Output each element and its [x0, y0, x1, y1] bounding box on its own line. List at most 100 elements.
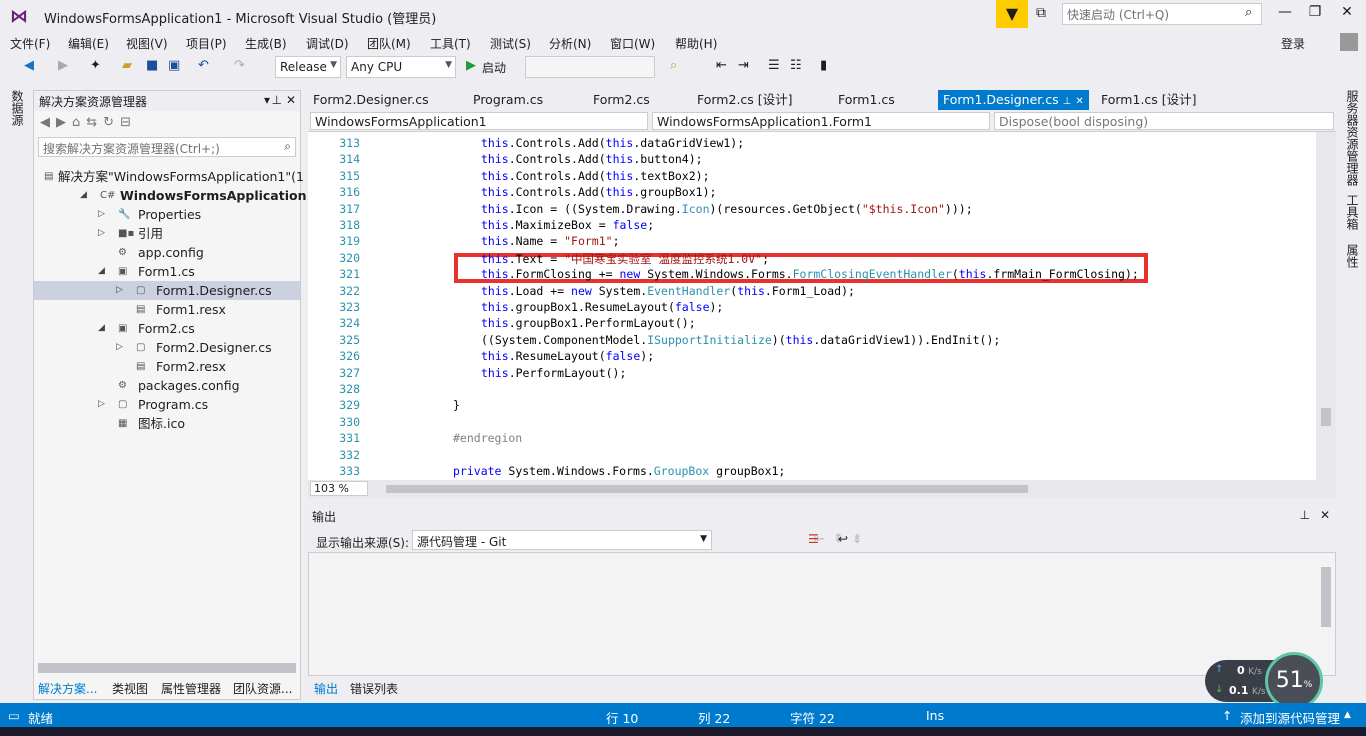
member-select[interactable]: Dispose(bool disposing) — [994, 112, 1334, 130]
new-project-icon[interactable]: ✦ — [90, 58, 101, 73]
output-source-select[interactable]: 源代码管理 - Git ▼ — [412, 530, 712, 550]
refresh-icon[interactable]: ↻ — [103, 115, 120, 130]
class-select[interactable]: WindowsFormsApplication1.Form1 — [652, 112, 990, 130]
start-button[interactable]: 启动 — [482, 59, 506, 76]
menu-item[interactable]: 文件(F) — [10, 35, 50, 52]
scroll-thumb[interactable] — [1321, 408, 1331, 426]
tab-output[interactable]: 输出 — [314, 680, 338, 697]
user-avatar-icon[interactable] — [1340, 33, 1358, 51]
debug-target-select[interactable] — [525, 56, 655, 78]
side-tab-properties[interactable]: 属性 — [1344, 244, 1361, 268]
code-area[interactable]: 313 this.Controls.Add(this.dataGridView1)… — [308, 132, 1316, 480]
tab-team-explorer[interactable]: 团队资源... — [233, 680, 292, 697]
vertical-scrollbar[interactable] — [1316, 132, 1336, 480]
code-token: .Name = — [508, 234, 565, 249]
expander-icon[interactable]: ▷ — [98, 395, 105, 414]
expander-icon[interactable]: ◢ — [98, 319, 105, 338]
horizontal-scrollbar[interactable] — [38, 663, 296, 673]
expander-icon[interactable]: ▷ — [116, 281, 123, 300]
comment-icon[interactable]: ☰ — [768, 58, 780, 73]
project-select[interactable]: WindowsFormsApplication1 — [310, 112, 648, 130]
undo-icon[interactable]: ↶ — [198, 58, 209, 73]
document-tab[interactable]: Form2.cs — [588, 90, 655, 110]
side-tab-data-sources[interactable]: 数据源 — [9, 90, 26, 126]
sync-icon[interactable]: ⇆ — [86, 115, 103, 130]
save-icon[interactable]: ■ — [146, 58, 158, 73]
cpu-usage-gauge[interactable]: 51% — [1265, 652, 1323, 710]
dropdown-icon[interactable]: ▾ — [264, 93, 270, 107]
side-tab-toolbox[interactable]: 工具箱 — [1344, 194, 1361, 230]
notification-filter-icon[interactable]: ▼ — [996, 0, 1028, 28]
menu-item[interactable]: 调试(D) — [306, 35, 349, 52]
chevron-down-icon: ▼ — [445, 60, 452, 70]
redo-icon[interactable]: ↷ — [234, 58, 245, 73]
minimize-button[interactable]: — — [1270, 4, 1300, 20]
close-icon[interactable]: ✕ — [1075, 96, 1083, 107]
document-tab[interactable]: Form1.Designer.cs ⊥ ✕ — [938, 90, 1089, 110]
search-icon[interactable]: ⌕ — [284, 139, 291, 154]
menu-item[interactable]: 工具(T) — [430, 35, 471, 52]
document-tab[interactable]: Form2.cs [设计] — [692, 90, 798, 110]
platform-select[interactable]: Any CPU ▼ — [346, 56, 456, 78]
outdent-icon[interactable]: ⇥ — [738, 58, 749, 73]
clear-all-icon[interactable]: ☰ — [808, 532, 819, 546]
search-icon[interactable]: ⌕ — [1245, 5, 1252, 20]
find-icon[interactable]: ⌕ — [670, 58, 677, 73]
collapse-icon[interactable]: ⊟ — [120, 115, 137, 130]
pin-icon[interactable]: ⊥ — [272, 93, 282, 107]
open-file-icon[interactable]: ▰ — [122, 58, 132, 73]
forward-icon[interactable]: ▶ — [56, 115, 72, 130]
back-icon[interactable]: ◀ — [24, 58, 34, 73]
menu-item[interactable]: 生成(B) — [245, 35, 287, 52]
side-tab-server-explorer[interactable]: 服务器资源管理器 — [1344, 90, 1361, 186]
feedback-icon[interactable]: ⧉ — [1036, 5, 1046, 21]
expander-icon[interactable]: ▷ — [98, 205, 105, 224]
back-icon[interactable]: ◀ — [40, 115, 56, 130]
configuration-select[interactable]: Release ▼ — [275, 56, 341, 78]
menu-item[interactable]: 测试(S) — [490, 35, 531, 52]
document-tab[interactable]: Form1.cs — [833, 90, 900, 110]
pin-icon[interactable]: ⊥ — [1300, 508, 1310, 522]
bookmark-icon[interactable]: ▮ — [820, 58, 827, 73]
menu-item[interactable]: 窗口(W) — [610, 35, 655, 52]
forward-icon[interactable]: ▶ — [58, 58, 68, 73]
zoom-select[interactable]: 103 % — [310, 481, 368, 496]
add-to-source-control-button[interactable]: 添加到源代码管理 — [1240, 708, 1340, 727]
expander-icon[interactable]: ▷ — [98, 224, 105, 243]
menu-item[interactable]: 项目(P) — [186, 35, 227, 52]
tab-class-view[interactable]: 类视图 — [112, 680, 148, 697]
document-tab[interactable]: Form1.cs [设计] — [1096, 90, 1202, 110]
document-tab[interactable]: Program.cs — [468, 90, 548, 110]
start-icon[interactable]: ▶ — [466, 58, 476, 73]
word-wrap-icon[interactable]: ↩ — [838, 532, 848, 546]
menu-item[interactable]: 编辑(E) — [68, 35, 109, 52]
home-icon[interactable]: ⌂ — [72, 115, 86, 130]
horizontal-scroll-thumb[interactable] — [386, 485, 1028, 493]
close-button[interactable]: ✕ — [1332, 4, 1362, 20]
close-icon[interactable]: ✕ — [286, 93, 296, 107]
pin-icon[interactable]: ⊥ — [1063, 96, 1072, 107]
menu-item[interactable]: 帮助(H) — [675, 35, 717, 52]
scroll-thumb[interactable] — [1321, 567, 1331, 627]
tree-item[interactable]: ▷ ▢ Form1.Designer.cs — [34, 281, 300, 300]
menu-item[interactable]: 分析(N) — [549, 35, 591, 52]
indent-icon[interactable]: ⇤ — [716, 58, 727, 73]
solution-search-input[interactable]: 搜索解决方案资源管理器(Ctrl+;) ⌕ — [38, 137, 296, 157]
tab-property-manager[interactable]: 属性管理器 — [161, 680, 221, 697]
maximize-button[interactable]: ❐ — [1300, 4, 1330, 20]
expander-icon[interactable]: ◢ — [80, 186, 87, 205]
login-link[interactable]: 登录 — [1281, 35, 1305, 52]
save-all-icon[interactable]: ▣ — [168, 58, 180, 73]
menu-item[interactable]: 视图(V) — [126, 35, 168, 52]
expander-icon[interactable]: ▷ — [116, 338, 123, 357]
tab-solution-explorer[interactable]: 解决方案... — [38, 680, 97, 697]
document-tab[interactable]: Form2.Designer.cs — [308, 90, 434, 110]
quick-launch-input[interactable]: 快速启动 (Ctrl+Q) — [1062, 3, 1262, 25]
close-icon[interactable]: ✕ — [1320, 508, 1330, 522]
output-text-area[interactable] — [308, 552, 1336, 676]
uncomment-icon[interactable]: ☷ — [790, 58, 802, 73]
tab-error-list[interactable]: 错误列表 — [350, 680, 398, 697]
menu-item[interactable]: 团队(M) — [367, 35, 411, 52]
chevron-up-icon[interactable]: ▲ — [1344, 710, 1351, 720]
expander-icon[interactable]: ◢ — [98, 262, 105, 281]
